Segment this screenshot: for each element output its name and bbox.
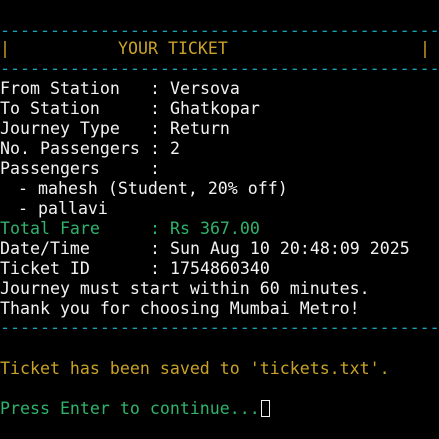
from-station-sep: : xyxy=(150,79,170,98)
datetime-label: Date/Time xyxy=(0,239,90,258)
passenger-item: - mahesh (Student, 20% off) xyxy=(18,179,288,198)
passenger-count-label: No. Passengers xyxy=(0,139,140,158)
continue-prompt: Press Enter to continue... xyxy=(0,399,260,418)
passengers-label: Passengers xyxy=(0,159,100,178)
total-fare-value: Rs 367.00 xyxy=(169,219,260,238)
journey-type-value: Return xyxy=(169,119,230,138)
passengers-row: Passengers: xyxy=(0,159,160,179)
border-header-bottom: ----------------------------------------… xyxy=(0,59,439,78)
journey-type-label: Journey Type xyxy=(0,119,120,138)
total-fare-label: Total Fare xyxy=(0,219,100,238)
journey-note: Journey must start within 60 minutes. xyxy=(0,279,370,298)
to-station-label: To Station xyxy=(0,99,100,118)
ticket-id-label: Ticket ID xyxy=(0,259,90,278)
passengers-sep: : xyxy=(150,159,160,178)
header-left-bar: | xyxy=(0,39,10,58)
text-cursor[interactable] xyxy=(260,400,270,417)
to-station-row: To Station: Ghatkopar xyxy=(0,99,260,119)
to-station-sep: : xyxy=(150,99,170,118)
passenger-item: - pallavi xyxy=(18,199,108,218)
ticket-id-row: Ticket ID: 1754860340 xyxy=(0,259,270,279)
from-station-label: From Station xyxy=(0,79,120,98)
header-right-bar: | xyxy=(420,39,430,58)
datetime-row: Date/Time: Sun Aug 10 20:48:09 2025 xyxy=(0,239,410,259)
from-station-value: Versova xyxy=(169,79,240,98)
to-station-value: Ghatkopar xyxy=(169,99,260,118)
journey-type-sep: : xyxy=(150,119,170,138)
from-station-row: From Station: Versova xyxy=(0,79,240,99)
border-bottom: ----------------------------------------… xyxy=(0,318,439,337)
passenger-count-value: 2 xyxy=(169,139,180,158)
border-top: ----------------------------------------… xyxy=(0,21,439,40)
ticket-id-value: 1754860340 xyxy=(169,259,270,278)
saved-message: Ticket has been saved to 'tickets.txt'. xyxy=(0,359,390,378)
header-title: YOUR TICKET xyxy=(118,39,228,58)
passenger-count-sep: : xyxy=(150,139,170,158)
terminal-window[interactable]: ----------------------------------------… xyxy=(0,0,439,439)
total-fare-sep: : xyxy=(150,219,170,238)
datetime-sep: : xyxy=(150,239,170,258)
total-fare-row: Total Fare: Rs 367.00 xyxy=(0,219,260,239)
datetime-value: Sun Aug 10 20:48:09 2025 xyxy=(169,239,410,258)
ticket-id-sep: : xyxy=(150,259,170,278)
journey-type-row: Journey Type: Return xyxy=(0,119,230,139)
continue-prompt-row[interactable]: Press Enter to continue... xyxy=(0,399,270,419)
thanks-message: Thank you for choosing Mumbai Metro! xyxy=(0,299,360,318)
passenger-count-row: No. Passengers: 2 xyxy=(0,139,180,159)
